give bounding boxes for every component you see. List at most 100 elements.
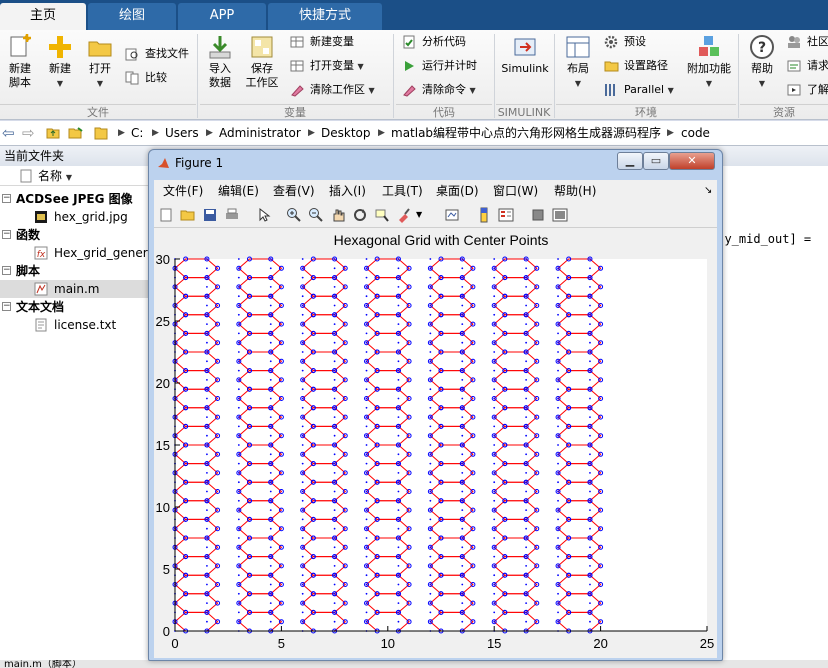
legend-icon[interactable] (498, 207, 514, 223)
community-button[interactable]: 社区 (787, 32, 828, 52)
center-point (269, 332, 272, 335)
rotate-3d-icon[interactable] (352, 207, 368, 223)
menu-window[interactable]: 窗口(W) (493, 180, 538, 202)
maximize-button[interactable]: ▭ (643, 152, 669, 170)
pointer-icon[interactable] (256, 207, 272, 223)
show-plot-tools-icon[interactable] (552, 207, 568, 223)
center-point (461, 509, 464, 511)
group-text-docs[interactable]: − 文本文档 (0, 298, 150, 316)
parallel-button[interactable]: Parallel ▼ (604, 80, 674, 100)
center-point (237, 425, 240, 428)
file-license-txt[interactable]: license.txt (0, 316, 150, 334)
tab-apps[interactable]: APP (178, 3, 266, 30)
group-functions[interactable]: − 函数 (0, 226, 150, 244)
clear-commands-button[interactable]: 清除命令 ▼ (402, 80, 476, 100)
file-hex-grid-generator[interactable]: fx Hex_grid_genera (0, 244, 150, 262)
dock-arrow-icon[interactable]: ↘ (704, 180, 712, 202)
x-tick-label: 5 (278, 636, 285, 651)
center-point (493, 592, 496, 595)
minimize-button[interactable]: ▁ (617, 152, 643, 170)
file-main-m[interactable]: main.m (0, 280, 150, 298)
import-data-button[interactable]: 导入 数据 (200, 34, 240, 90)
brush-icon[interactable] (396, 207, 412, 223)
menu-edit[interactable]: 编辑(E) (218, 180, 259, 202)
request-support-button[interactable]: 请求 (787, 56, 828, 76)
back-arrow-icon[interactable]: ⇦ (2, 121, 15, 145)
open-variable-button[interactable]: 打开变量 ▼ (290, 56, 364, 76)
link-plot-icon[interactable] (444, 207, 460, 223)
hex-grid-plot[interactable]: Hexagonal Grid with Center Points 0 5 10 15… (154, 228, 717, 658)
collapse-icon[interactable]: − (2, 266, 11, 275)
y-tick-label: 0 (163, 624, 170, 639)
save-icon[interactable] (202, 207, 218, 223)
addons-button[interactable]: 附加功能 ▼ (684, 34, 734, 91)
menu-desktop[interactable]: 桌面(D) (436, 180, 479, 202)
collapse-icon[interactable]: − (2, 230, 11, 239)
figure-toolbar: ▼ (154, 202, 717, 228)
new-variable-button[interactable]: 新建变量 (290, 32, 354, 52)
print-icon[interactable] (224, 207, 240, 223)
learn-button[interactable]: 了解 (787, 80, 828, 100)
menu-tools[interactable]: 工具(T) (382, 180, 423, 202)
save-workspace-button[interactable]: 保存 工作区 (242, 34, 282, 90)
code-line-fragment[interactable]: t,y_mid_out] = (710, 232, 811, 246)
forward-arrow-icon[interactable]: ⇨ (22, 121, 35, 145)
pan-hand-icon[interactable] (330, 207, 346, 223)
set-path-button[interactable]: 设置路径 (604, 56, 668, 76)
find-files-button[interactable]: 查找文件 (125, 44, 189, 64)
hide-plot-tools-icon[interactable] (530, 207, 546, 223)
layout-button[interactable]: 布局 ▼ (558, 34, 598, 91)
run-and-time-button[interactable]: 运行并计时 (402, 56, 477, 76)
center-point (461, 388, 464, 391)
up-folder-icon[interactable] (46, 126, 60, 140)
help-button[interactable]: ? 帮助 ▼ (742, 34, 782, 91)
center-point (397, 602, 400, 604)
brush-dropdown-icon[interactable]: ▼ (416, 207, 432, 223)
menu-insert[interactable]: 插入(I) (329, 180, 366, 202)
analyze-code-button[interactable]: 分析代码 (402, 32, 466, 52)
center-point (206, 388, 208, 391)
zoom-in-icon[interactable] (286, 207, 302, 223)
simulink-button[interactable]: Simulink (498, 34, 552, 76)
center-point (301, 518, 304, 521)
collapse-icon[interactable]: − (2, 302, 11, 311)
close-button[interactable]: ✕ (669, 152, 715, 170)
colorbar-icon[interactable] (476, 207, 492, 223)
analyze-code-label: 分析代码 (422, 35, 466, 48)
menu-file[interactable]: 文件(F) (163, 180, 203, 202)
collapse-icon[interactable]: − (2, 194, 11, 203)
group-scripts[interactable]: − 脚本 (0, 262, 150, 280)
breadcrumb-code[interactable]: code (681, 121, 710, 145)
tab-home[interactable]: 主页 (0, 3, 86, 30)
zoom-out-icon[interactable] (308, 207, 324, 223)
center-point (525, 416, 528, 418)
open-file-icon[interactable] (180, 207, 196, 223)
center-point (301, 462, 304, 465)
tab-shortcuts[interactable]: 快捷方式 (268, 3, 382, 30)
breadcrumb-desktop[interactable]: Desktop (321, 121, 371, 145)
run-and-time-label: 运行并计时 (422, 59, 477, 72)
clear-workspace-button[interactable]: 清除工作区 ▼ (290, 80, 375, 100)
breadcrumb-drive[interactable]: C: (131, 121, 143, 145)
tab-plots[interactable]: 绘图 (88, 3, 176, 30)
group-jpeg[interactable]: − ACDSee JPEG 图像 (0, 190, 150, 208)
breadcrumb-administrator[interactable]: Administrator (219, 121, 301, 145)
name-column-header[interactable]: 名称 ▼ (38, 166, 72, 188)
data-cursor-icon[interactable] (374, 207, 390, 223)
center-point (429, 565, 432, 567)
browse-folder-icon[interactable] (68, 126, 84, 140)
compare-button[interactable]: 比较 (125, 68, 167, 88)
center-point (206, 323, 208, 325)
breadcrumb-project-folder[interactable]: matlab编程带中心点的六角形网格生成器源码程序 (391, 121, 661, 145)
chevron-down-icon: ▼ (667, 86, 674, 95)
center-point (493, 369, 496, 372)
breadcrumb-users[interactable]: Users (165, 121, 199, 145)
preferences-button[interactable]: 预设 (604, 32, 646, 52)
new-button[interactable]: 新建 ▼ (40, 34, 80, 91)
menu-view[interactable]: 查看(V) (273, 180, 315, 202)
open-button[interactable]: 打开 ▼ (80, 34, 120, 91)
menu-help[interactable]: 帮助(H) (554, 180, 596, 202)
file-hex-grid-jpg[interactable]: hex_grid.jpg (0, 208, 150, 226)
new-figure-icon[interactable] (158, 207, 174, 223)
new-script-button[interactable]: 新建 脚本 (0, 34, 40, 90)
